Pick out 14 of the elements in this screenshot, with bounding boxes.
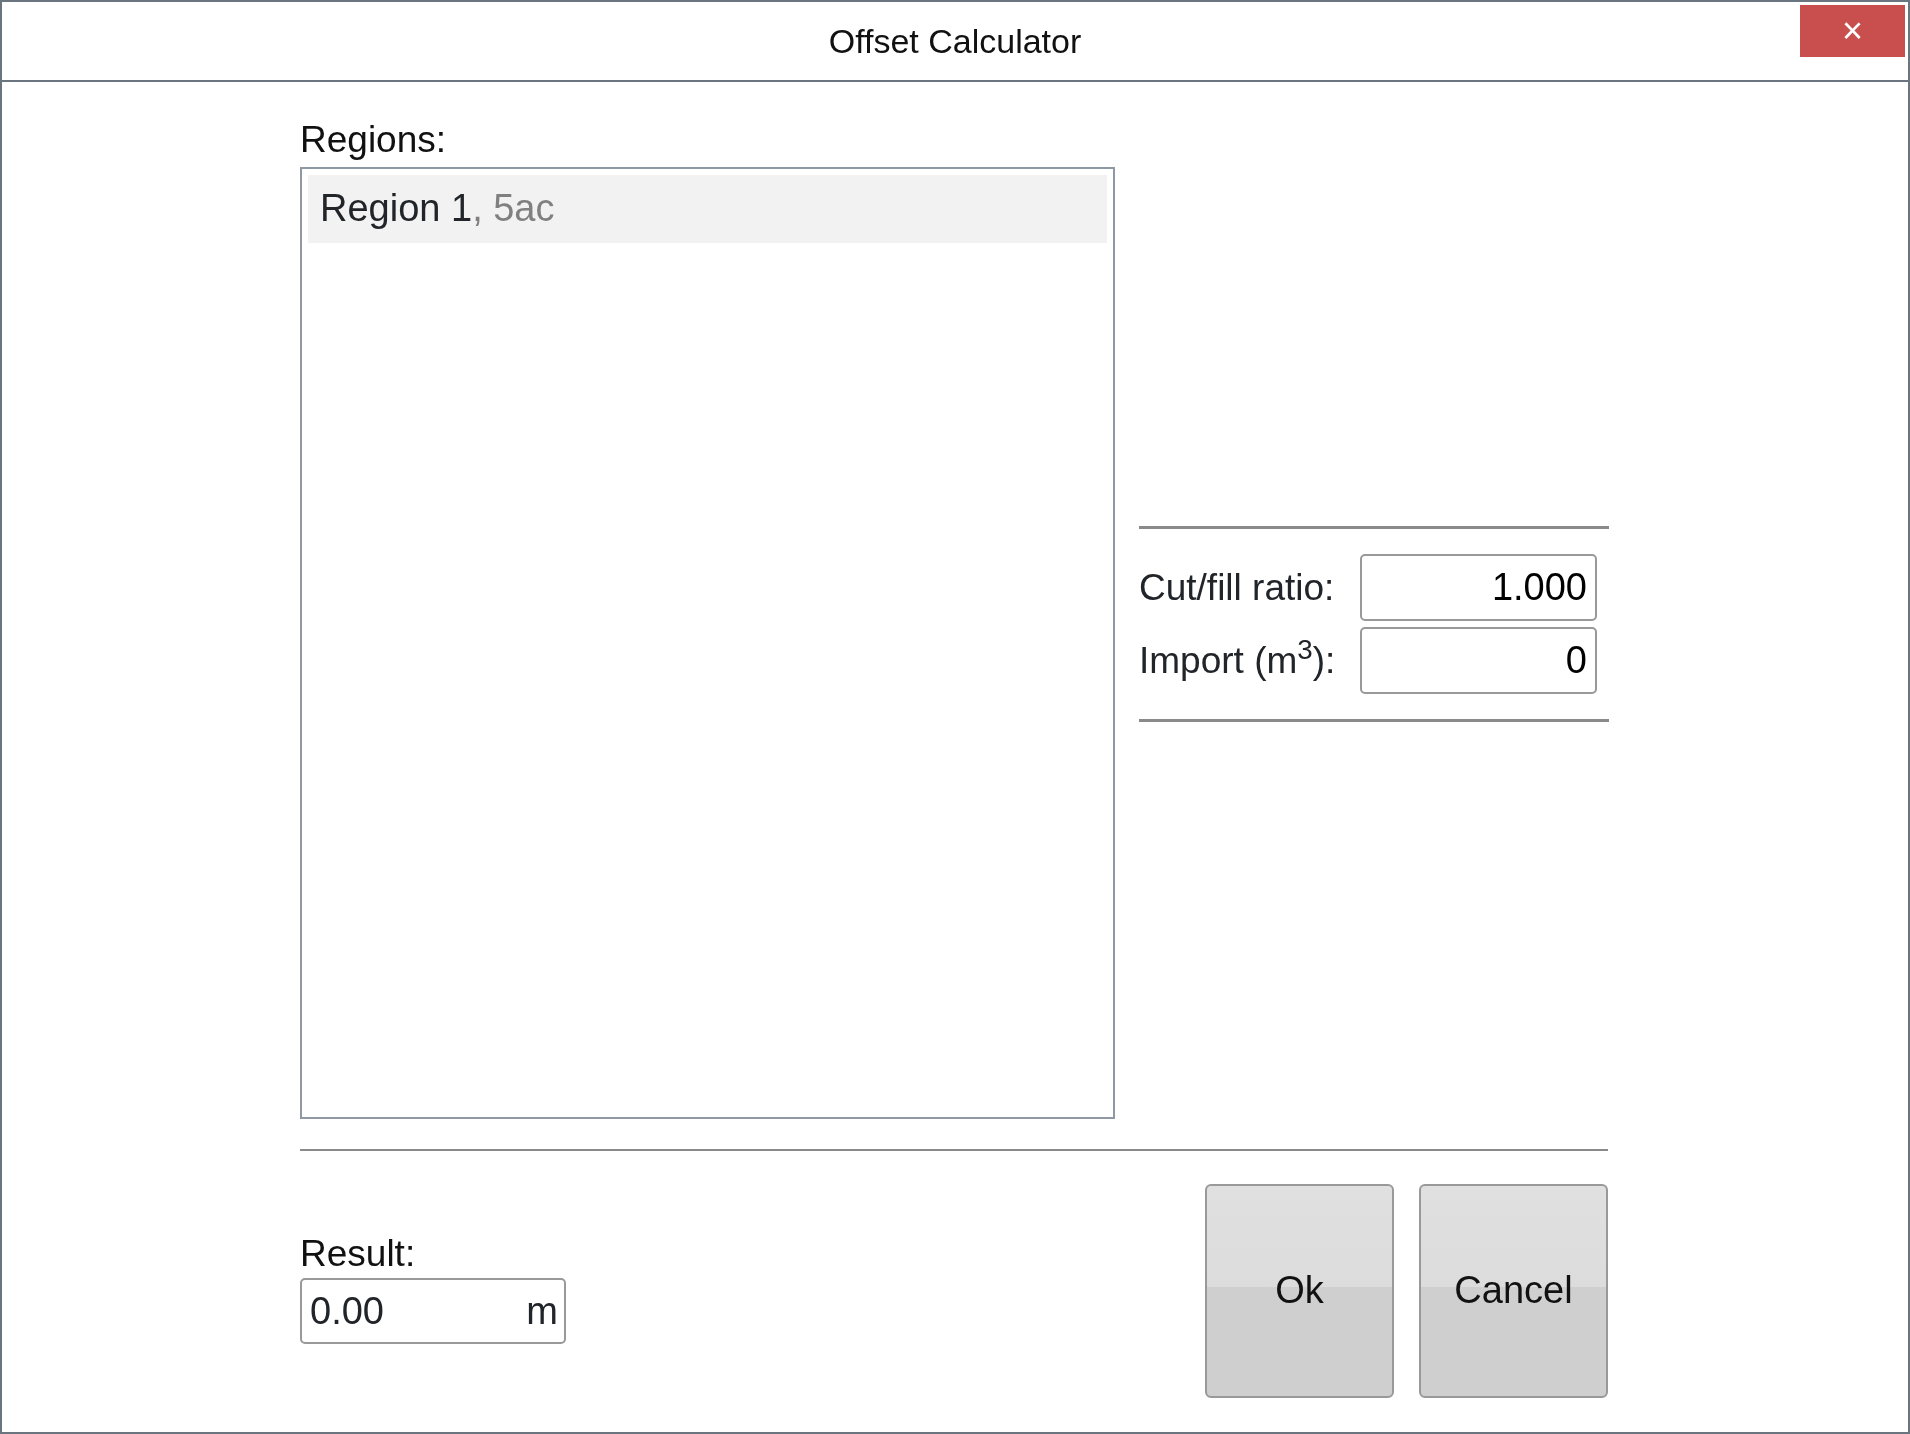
regions-label: Regions:	[300, 120, 448, 161]
unit-label: m	[526, 1288, 558, 1334]
field-label: Cut/fill ratio:	[1139, 565, 1335, 610]
result-label: Result:	[300, 1233, 417, 1275]
close-button[interactable]: ×	[1800, 5, 1905, 57]
field-label: Import (m$^{3}$):	[1139, 632, 1336, 683]
input-field[interactable]: 1.000	[1360, 554, 1597, 621]
list-item[interactable]: Region 1, 5ac	[308, 174, 1107, 243]
input-field[interactable]: 0	[1360, 627, 1597, 694]
window-title: Offset Calculator	[828, 20, 1082, 62]
cancel-button[interactable]: Cancel	[1419, 1183, 1608, 1398]
result-field[interactable]: 0.00 m	[300, 1278, 566, 1345]
ok-button[interactable]: Ok	[1205, 1183, 1394, 1398]
result-value: 0.00	[310, 1288, 384, 1334]
